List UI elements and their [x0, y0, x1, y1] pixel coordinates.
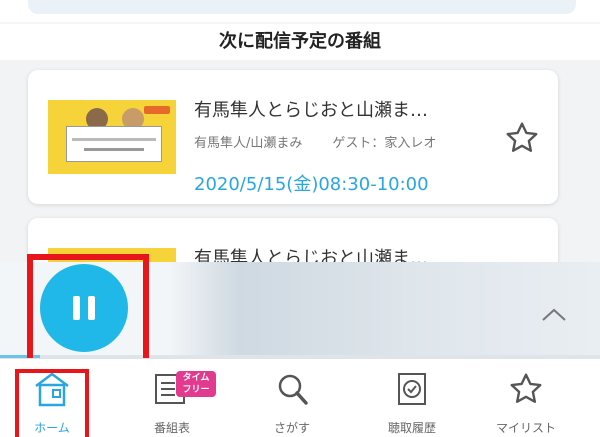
board-text-line [84, 148, 144, 151]
previous-card-edge [0, 0, 600, 22]
tab-mylist[interactable]: マイリスト [466, 359, 586, 437]
program-datetime: 2020/5/15(金)08:30-10:00 [194, 174, 429, 195]
favorite-button[interactable] [500, 116, 544, 160]
card-edge [28, 0, 576, 14]
program-meta: 有馬隼人/山瀬まみ ゲスト：家入レオ [194, 132, 514, 151]
tab-schedule[interactable]: タイム フリー 番組表 [112, 359, 232, 437]
search-icon [272, 369, 312, 409]
program-guest: ゲスト：家入レオ [332, 136, 437, 151]
star-icon [506, 369, 546, 409]
station-logo [144, 106, 170, 114]
tab-label: マイリスト [495, 421, 556, 435]
tab-search[interactable]: さがす [232, 359, 352, 437]
section-title: 次に配信予定の番組 [0, 24, 600, 60]
schedule-icon: タイム フリー [152, 369, 216, 409]
tab-history[interactable]: 聴取履歴 [352, 359, 472, 437]
expand-player-button[interactable] [541, 305, 567, 325]
history-icon [392, 369, 432, 409]
program-hosts: 有馬隼人/山瀬まみ [194, 136, 303, 151]
tab-label: さがす [273, 421, 310, 435]
board-text-line [72, 138, 156, 141]
title-board [66, 126, 162, 162]
program-thumbnail [48, 100, 176, 174]
home-tab-highlight [15, 369, 89, 437]
program-card[interactable]: 有馬隼人とらじおと山瀬ま… 有馬隼人/山瀬まみ ゲスト：家入レオ 2020/5/1… [28, 70, 558, 204]
program-title: 有馬隼人とらじおと山瀬ま… [194, 100, 428, 121]
timefree-badge: タイム フリー [176, 371, 216, 397]
tab-label: 番組表 [153, 421, 190, 435]
pause-button[interactable] [40, 264, 128, 352]
bottom-tab-bar: ホーム タイム フリー 番組表 さがす 聴取履歴 マイリスト [0, 358, 600, 437]
chevron-up-icon [542, 308, 566, 321]
star-icon [506, 122, 538, 152]
tab-label: 聴取履歴 [387, 421, 436, 435]
pause-icon [69, 296, 99, 320]
